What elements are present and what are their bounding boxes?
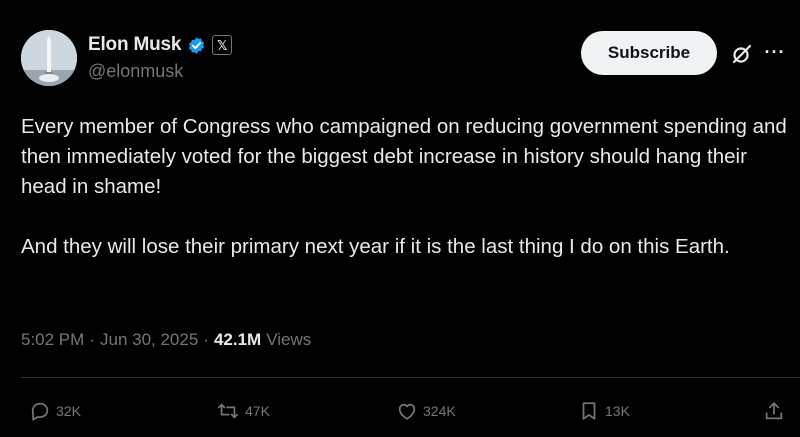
tweet-card: Elon Musk 𝕏 @elonmusk Subscribe ··· Ever… bbox=[0, 0, 800, 437]
grok-icon[interactable] bbox=[730, 42, 754, 66]
tweet-time[interactable]: 5:02 PM bbox=[21, 330, 84, 350]
meta-separator: · bbox=[89, 330, 95, 349]
repost-count: 47K bbox=[245, 403, 270, 419]
meta-separator: · bbox=[203, 330, 209, 349]
avatar[interactable] bbox=[21, 30, 77, 86]
reply-count: 32K bbox=[56, 403, 81, 419]
share-icon bbox=[763, 400, 785, 422]
reply-button[interactable]: 32K bbox=[29, 398, 81, 424]
repost-icon bbox=[216, 400, 240, 422]
bookmark-icon bbox=[578, 400, 600, 422]
verified-badge-icon[interactable] bbox=[187, 36, 206, 55]
tweet-text: Every member of Congress who campaigned … bbox=[21, 112, 791, 262]
heart-icon bbox=[396, 400, 418, 422]
tweet-date[interactable]: Jun 30, 2025 bbox=[100, 330, 198, 350]
bookmark-count: 13K bbox=[605, 403, 630, 419]
views-label: Views bbox=[266, 330, 312, 349]
more-icon[interactable]: ··· bbox=[763, 40, 787, 64]
bookmark-button[interactable]: 13K bbox=[578, 398, 630, 424]
tweet-paragraph: Every member of Congress who campaigned … bbox=[21, 115, 787, 198]
repost-button[interactable]: 47K bbox=[216, 398, 270, 424]
divider bbox=[21, 377, 800, 378]
views-count: 42.1M bbox=[213, 330, 262, 349]
author-name-row: Elon Musk 𝕏 bbox=[88, 33, 233, 57]
reply-icon bbox=[29, 400, 51, 422]
author-handle[interactable]: @elonmusk bbox=[88, 61, 183, 82]
tweet-paragraph: And they will lose their primary next ye… bbox=[21, 235, 730, 258]
like-count: 324K bbox=[423, 403, 456, 419]
author-display-name[interactable]: Elon Musk bbox=[88, 34, 181, 56]
tweet-meta: 5:02 PM · Jun 30, 2025 · 42.1M Views bbox=[21, 330, 311, 350]
rocket-launch-image bbox=[21, 30, 77, 86]
subscribe-button[interactable]: Subscribe bbox=[581, 31, 717, 75]
like-button[interactable]: 324K bbox=[396, 398, 456, 424]
share-button[interactable] bbox=[763, 398, 785, 424]
x-affiliate-badge-icon[interactable]: 𝕏 bbox=[212, 35, 233, 55]
